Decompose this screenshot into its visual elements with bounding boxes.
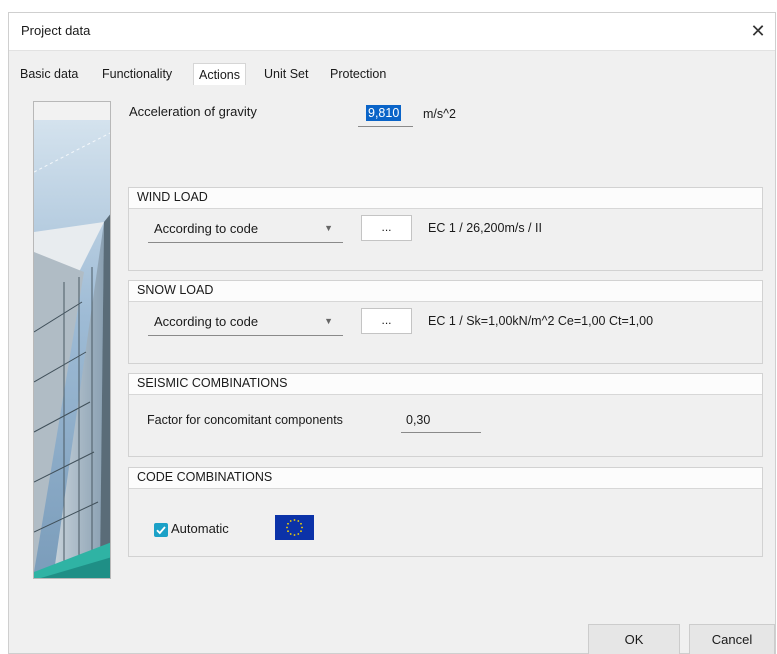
eu-flag-icon[interactable] [275,515,314,540]
ok-button[interactable]: OK [588,624,680,654]
gravity-input[interactable]: 9,810 [358,103,413,127]
wind-method-select[interactable]: According to code ▼ [148,217,343,243]
chevron-down-icon: ▼ [324,316,333,326]
title-bar: Project data ✕ [9,13,775,51]
tab-bar: Basic data Functionality Actions Unit Se… [9,51,775,97]
actions-panel: Acceleration of gravity 9,810 m/s^2 WIND… [9,95,775,595]
wind-description: EC 1 / 26,200m/s / II [428,221,542,235]
wind-load-group: WIND LOAD According to code ▼ ... EC 1 /… [128,187,763,271]
code-combinations-title: CODE COMBINATIONS [137,470,273,484]
factor-input[interactable]: 0,30 [401,409,481,433]
tab-actions[interactable]: Actions [193,63,246,85]
gravity-label: Acceleration of gravity [129,104,257,119]
wind-settings-button[interactable]: ... [361,215,412,241]
building-illustration [33,101,111,579]
wind-load-header: WIND LOAD [129,188,762,209]
wind-method-value: According to code [154,221,259,236]
gravity-value[interactable]: 9,810 [366,105,402,121]
chevron-down-icon: ▼ [324,223,333,233]
project-data-dialog: Project data ✕ Basic data Functionality … [8,12,776,654]
code-combinations-header: CODE COMBINATIONS [129,468,762,489]
automatic-label[interactable]: Automatic [171,521,229,536]
tab-functionality[interactable]: Functionality [97,63,177,85]
snow-description: EC 1 / Sk=1,00kN/m^2 Ce=1,00 Ct=1,00 [428,314,654,328]
wind-load-title: WIND LOAD [137,190,208,204]
snow-load-group: SNOW LOAD According to code ▼ ... EC 1 /… [128,280,763,364]
snow-method-value: According to code [154,314,259,329]
seismic-title: SEISMIC COMBINATIONS [137,376,288,390]
seismic-combinations-group: SEISMIC COMBINATIONS Factor for concomit… [128,373,763,457]
check-icon [156,526,166,535]
tab-basic-data[interactable]: Basic data [15,63,83,85]
automatic-checkbox[interactable] [154,523,168,537]
gravity-unit: m/s^2 [423,107,456,121]
tab-unit-set[interactable]: Unit Set [259,63,313,85]
snow-settings-button[interactable]: ... [361,308,412,334]
snow-load-title: SNOW LOAD [137,283,214,297]
dialog-title: Project data [21,23,91,38]
cancel-button[interactable]: Cancel [689,624,775,654]
snow-method-select[interactable]: According to code ▼ [148,310,343,336]
snow-load-header: SNOW LOAD [129,281,762,302]
factor-label: Factor for concomitant components [147,413,343,427]
tab-protection[interactable]: Protection [325,63,391,85]
seismic-header: SEISMIC COMBINATIONS [129,374,762,395]
code-combinations-group: CODE COMBINATIONS Automatic [128,467,763,557]
factor-value: 0,30 [406,413,431,427]
close-icon[interactable]: ✕ [745,19,771,43]
